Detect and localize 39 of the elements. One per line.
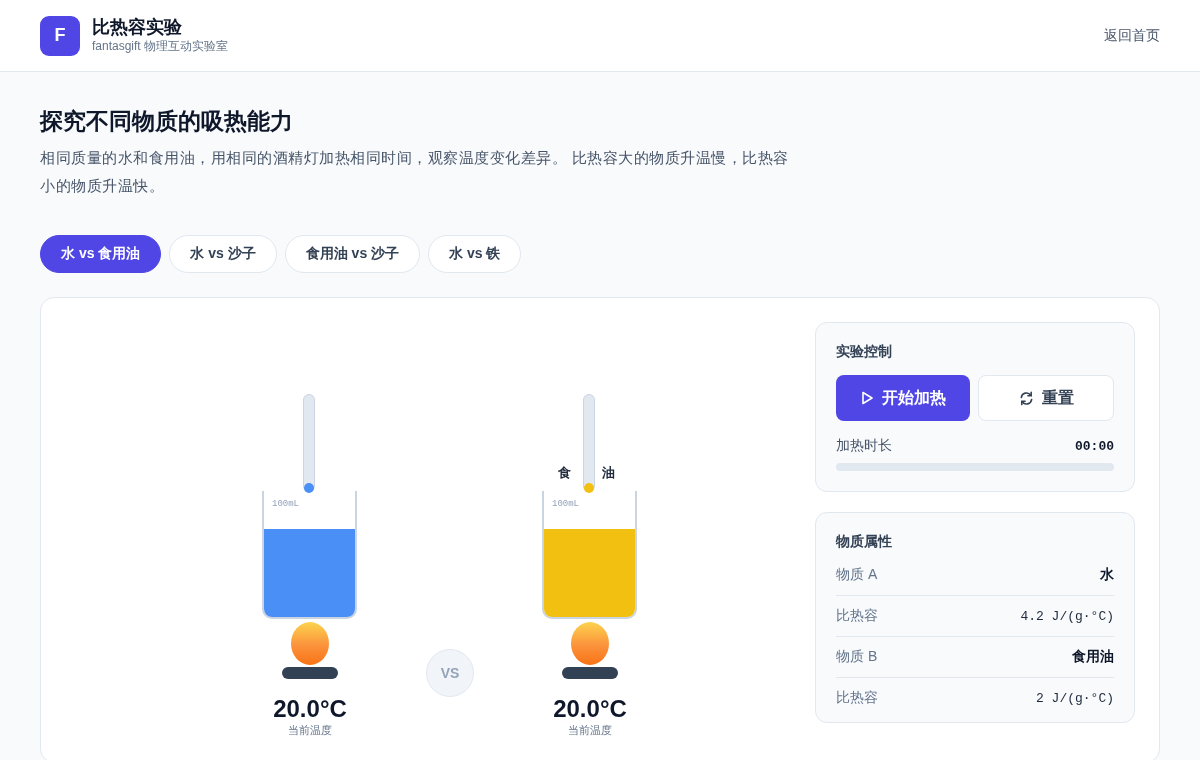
play-icon — [860, 391, 874, 405]
temperature-label: 当前温度 — [568, 723, 612, 738]
temperature-reading: 20.0°C — [273, 695, 347, 723]
duration-label: 加热时长 — [836, 437, 892, 455]
volume-mark: 100mL — [272, 499, 299, 509]
property-value: 4.2 J/(g·°C) — [1020, 608, 1114, 624]
home-link[interactable]: 返回首页 — [1104, 26, 1160, 45]
beaker-label: 油 — [602, 464, 615, 482]
vs-badge: VS — [426, 649, 474, 697]
property-label: 物质 B — [836, 648, 878, 666]
volume-mark: 100mL — [552, 499, 579, 509]
start-button[interactable]: 开始加热 — [836, 375, 970, 421]
material-tab[interactable]: 水 vs 沙子 — [169, 235, 277, 273]
property-label: 比热容 — [836, 689, 878, 707]
app-subtitle: fantasgift 物理互动实验室 — [92, 38, 229, 55]
beaker-label: 食 — [558, 464, 571, 482]
property-value: 水 — [1100, 566, 1114, 584]
refresh-icon — [1018, 390, 1034, 406]
burner-base — [282, 667, 338, 679]
property-value: 食用油 — [1072, 648, 1114, 666]
app-logo: F — [40, 15, 80, 56]
material-tab[interactable]: 食用油 vs 沙子 — [284, 235, 421, 273]
property-label: 比热容 — [836, 607, 878, 625]
panel-title: 物质属性 — [836, 533, 893, 551]
temperature-label: 当前温度 — [288, 723, 332, 738]
property-label: 物质 A — [836, 566, 878, 584]
material-tab[interactable]: 水 vs 铁 — [428, 235, 522, 273]
duration-value: 00:00 — [1075, 438, 1114, 454]
flame-icon — [291, 622, 329, 665]
reset-button[interactable]: 重置 — [978, 375, 1114, 421]
page-heading: 探究不同物质的吸热能力 — [40, 107, 294, 136]
material-tab[interactable]: 水 vs 食用油 — [40, 235, 162, 273]
panel-title: 实验控制 — [836, 343, 893, 361]
flame-icon — [571, 622, 609, 665]
temperature-reading: 20.0°C — [553, 695, 627, 723]
property-value: 2 J/(g·°C) — [1036, 690, 1114, 706]
app-title: 比热容实验 — [92, 16, 183, 38]
description-text: 相同质量的水和食用油，用相同的酒精灯加热相同时间，观察温度变化差异。 比热容大的物质升温慢，比热容小的物质升温快。 — [40, 148, 790, 196]
burner-base — [562, 667, 618, 679]
